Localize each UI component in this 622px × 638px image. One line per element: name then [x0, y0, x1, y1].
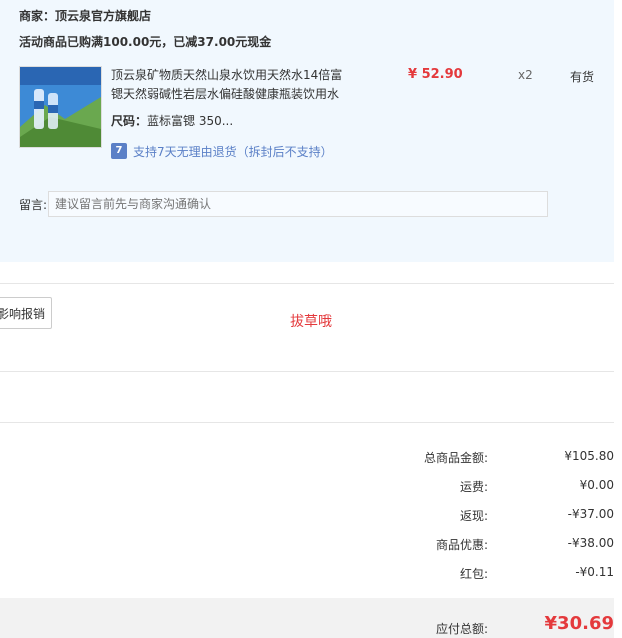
message-input[interactable] [48, 191, 548, 217]
total-label: 应付总额: [435, 622, 488, 636]
promo-text: 活动商品已购满100.00元，已减37.00元现金 [19, 35, 272, 49]
note-text: 拔草哦 [290, 314, 332, 330]
product-quantity: x2 [518, 68, 533, 82]
message-label: 留言: [19, 198, 48, 212]
total-value: ¥30.69 [544, 613, 614, 634]
stock-status: 有货 [570, 70, 595, 84]
summary-label-shipping: 运费: [459, 480, 488, 494]
summary-value-discount: -¥38.00 [567, 536, 614, 550]
product-image-art [20, 67, 101, 147]
divider [0, 283, 614, 284]
summary-value-red-packet: -¥0.11 [575, 565, 614, 579]
summary-value-cashback: -¥37.00 [567, 507, 614, 521]
summary-label-cashback: 返现: [459, 509, 488, 523]
product-price: ¥ 52.90 [408, 67, 463, 82]
summary-value-subtotal: ¥105.80 [564, 449, 614, 463]
total-bar [0, 598, 614, 638]
return-policy-icon: 7 [111, 143, 127, 159]
product-title-link[interactable]: 顶云泉矿物质天然山泉水饮用天然水14倍富锶天然弱碱性岩层水偏硅酸健康瓶装饮用水 [111, 66, 351, 104]
summary-value-shipping: ¥0.00 [579, 478, 614, 492]
divider [0, 371, 614, 372]
shop-name[interactable]: 商家：顶云泉官方旗舰店 [19, 7, 151, 24]
return-policy-text: 支持7天无理由退货（拆封后不支持） [133, 145, 333, 159]
divider [0, 422, 614, 423]
product-spec: 尺码：蓝标富锶 350... [111, 112, 233, 129]
summary-label-subtotal: 总商品金额: [423, 451, 488, 465]
report-button[interactable]: 影响报销 [0, 297, 52, 329]
summary-label-red-packet: 红包: [459, 567, 488, 581]
spec-value: 蓝标富锶 350... [147, 114, 234, 128]
product-image[interactable] [19, 66, 102, 148]
summary-label-discount: 商品优惠: [435, 538, 488, 552]
spec-label: 尺码： [111, 114, 148, 128]
